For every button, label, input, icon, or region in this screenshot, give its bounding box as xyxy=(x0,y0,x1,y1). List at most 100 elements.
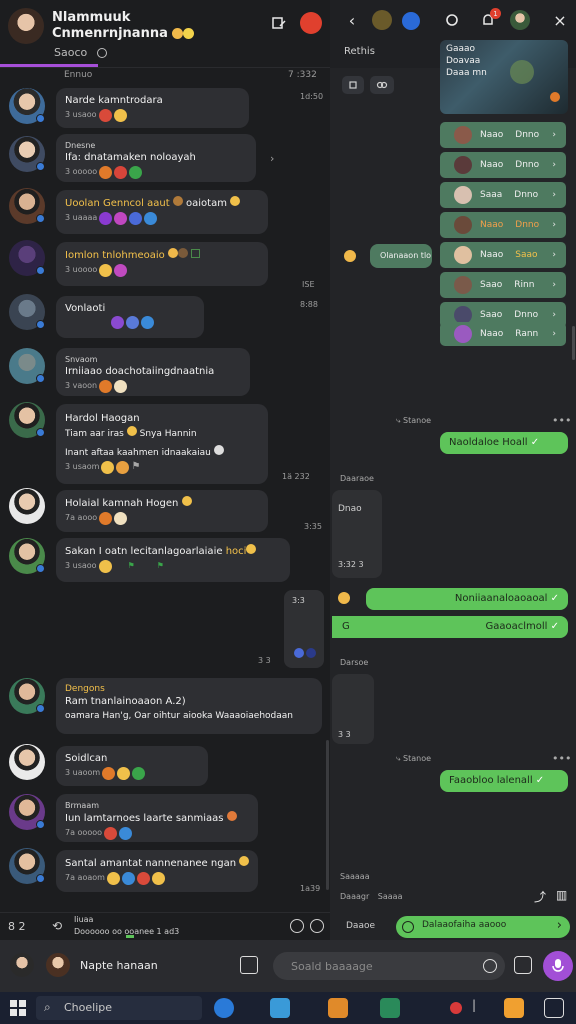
pin-icon[interactable]: | xyxy=(472,998,482,1018)
contact-avatar[interactable] xyxy=(46,953,70,977)
star-icon[interactable] xyxy=(372,10,392,30)
chat-avatar[interactable] xyxy=(8,8,44,44)
trash-icon[interactable]: ▥ xyxy=(556,888,567,902)
avatar[interactable] xyxy=(9,488,45,524)
media-message[interactable]: 3:3 xyxy=(284,590,324,668)
smile-emoji-icon xyxy=(246,544,257,554)
outgoing-message[interactable]: G Gaaoaclmoll ✓ xyxy=(332,616,568,638)
camera-icon[interactable] xyxy=(514,956,532,974)
verified-badge-icon xyxy=(36,320,45,329)
chevron-right-icon: › xyxy=(552,130,556,140)
message-time: 3 vaoon xyxy=(65,381,98,390)
member-name: Naao xyxy=(480,160,504,170)
settings-icon[interactable] xyxy=(310,919,324,933)
sender-name: Dengons xyxy=(65,684,105,694)
message-time: 3 usaoo xyxy=(65,561,97,570)
member-row[interactable]: Saaa Dnno › xyxy=(440,182,566,208)
attachment-icon[interactable] xyxy=(240,956,258,974)
message-text: Dnao xyxy=(338,504,362,514)
store-icon[interactable] xyxy=(270,998,290,1018)
message-bubble: Uoolan Genncol aaut oaiotam 3 uaaaa xyxy=(56,190,268,234)
reply-icon[interactable]: ⟲ xyxy=(52,919,62,933)
close-icon[interactable]: × xyxy=(550,10,570,30)
more-options-icon[interactable]: ••• xyxy=(552,752,571,765)
heart-emoji-icon xyxy=(136,871,150,885)
globe-emoji-icon xyxy=(119,826,133,840)
message-meta: 3 ooooo xyxy=(65,165,247,179)
message-time: 3 uaoom xyxy=(65,768,101,777)
map-preview[interactable]: Gaaao Doavaa Daaa mn xyxy=(440,40,568,114)
smile-emoji-icon xyxy=(113,108,127,122)
message-bubble: Hardol Haogan Tiam aar iras Snya Hannin … xyxy=(56,404,268,484)
message-time: 3 usaom xyxy=(65,462,100,471)
media-message[interactable]: 3 3 xyxy=(332,674,374,744)
emoji-picker-icon[interactable] xyxy=(483,959,497,973)
message-time: 7a aoaom xyxy=(65,873,105,882)
message-text: Gaaoaclmoll xyxy=(485,621,548,632)
members-scrollbar[interactable] xyxy=(572,326,575,360)
edit-icon[interactable] xyxy=(268,12,290,34)
outgoing-message[interactable]: Faaobloo lalenall ✓ xyxy=(440,770,568,792)
message-bubble: Iomlon tnlohmeoaio 3 uoooo xyxy=(56,242,268,286)
info-icon[interactable] xyxy=(402,12,420,30)
message-input[interactable] xyxy=(291,958,481,974)
globe-emoji-icon xyxy=(144,211,158,225)
app-icon[interactable] xyxy=(380,998,400,1018)
member-row[interactable]: Naao Saao › xyxy=(440,242,566,268)
smile-emoji-icon xyxy=(98,559,112,573)
member-status: Dnno xyxy=(514,190,539,200)
avatar xyxy=(454,246,472,264)
chevron-right-icon[interactable]: › xyxy=(270,152,274,165)
avatar xyxy=(454,325,472,343)
media-message[interactable]: Dnao 3:32 3 xyxy=(332,490,382,578)
message-text-line2: Tiam aar iras Snya Hannin xyxy=(65,426,259,441)
emoji-icon xyxy=(172,196,183,206)
outgoing-message[interactable]: Noniiaanaloaoaoal ✓ xyxy=(366,588,568,610)
folder-icon[interactable] xyxy=(504,998,524,1018)
chat-pane: Nlammuuk Cnmenrnjnanna Saoco Ennuo 7 :33… xyxy=(0,0,330,940)
record-icon xyxy=(402,921,414,933)
member-row[interactable]: Naao Dnno › xyxy=(440,212,566,238)
sender-name: Snvaom xyxy=(65,355,98,364)
member-status: Dnno xyxy=(515,220,540,230)
flag-icon: ⚑ xyxy=(156,561,164,570)
share-icon[interactable]: ⤴ xyxy=(534,888,546,905)
send-message-button[interactable]: Dalaaofaiha aaooo › xyxy=(396,916,570,938)
message-time: 7a aooo xyxy=(65,513,98,522)
cool-emoji-icon xyxy=(230,196,241,206)
chat-scrollbar[interactable] xyxy=(326,740,329,890)
footer-counter: 8 2 xyxy=(8,920,26,933)
copy-icon[interactable] xyxy=(342,76,364,94)
message-bubble[interactable]: Olanaaon tlo xyxy=(370,244,432,268)
member-row[interactable]: Naao Rann › xyxy=(440,322,566,346)
outgoing-message[interactable]: Naoldaloe Hoall ✓ xyxy=(440,432,568,454)
mail-icon[interactable] xyxy=(328,998,348,1018)
member-row[interactable]: Saao Rinn › xyxy=(440,272,566,298)
message-text: Iun lamtarnoes laarte sanmiaas xyxy=(65,811,249,826)
profile-avatar[interactable] xyxy=(510,10,530,30)
message-input-wrapper xyxy=(273,952,505,980)
member-status: Rann xyxy=(515,329,539,339)
back-arrow-icon[interactable]: ‹ xyxy=(342,10,362,30)
member-row[interactable]: Naao Dnno › xyxy=(440,152,566,178)
clock-icon[interactable] xyxy=(290,919,304,933)
message-text: Sakan I oatn lecitanlagoarlaiaie hoci xyxy=(65,544,281,559)
emoji-icon xyxy=(213,445,224,455)
browser-icon[interactable] xyxy=(214,998,234,1018)
my-avatar[interactable] xyxy=(10,953,34,977)
voice-record-button[interactable] xyxy=(543,951,573,981)
record-icon[interactable] xyxy=(450,1002,462,1014)
link-icon[interactable] xyxy=(370,76,394,94)
start-menu-icon[interactable] xyxy=(8,998,28,1018)
fire-emoji-icon xyxy=(99,165,113,179)
notifications-icon[interactable] xyxy=(544,998,564,1018)
taskbar-search[interactable]: ⌕ Choelipe xyxy=(36,996,202,1020)
avatar[interactable] xyxy=(9,744,45,780)
map-label: Gaaao xyxy=(446,44,476,54)
message-text: Olanaaon tlo xyxy=(380,251,432,260)
message-text: Naoldaloe Hoall xyxy=(449,437,528,448)
angry-emoji-icon[interactable] xyxy=(300,12,322,34)
sync-icon[interactable] xyxy=(442,10,462,30)
more-options-icon[interactable]: ••• xyxy=(552,414,571,427)
member-row[interactable]: Naao Dnno › xyxy=(440,122,566,148)
